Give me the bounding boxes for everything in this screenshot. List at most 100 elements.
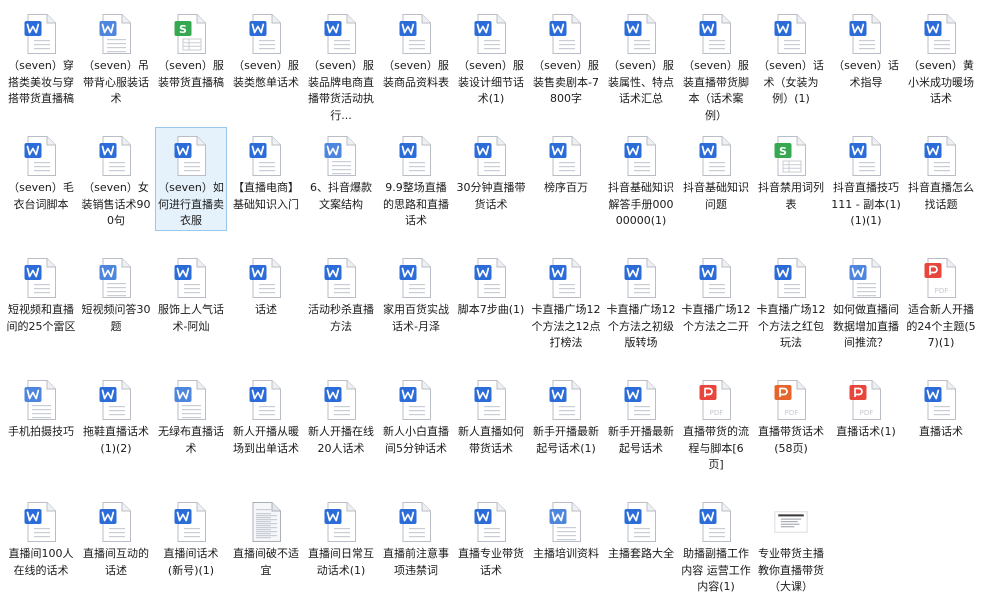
- file-item[interactable]: 主播套路大全: [606, 494, 676, 563]
- file-name: 抖音直播技巧111 - 副本(1)(1)(1): [831, 181, 901, 227]
- file-name: 直播专业带货话术: [458, 547, 524, 577]
- file-name: 新人小白直播间5分钟话术: [383, 425, 449, 455]
- word-doc-icon: [474, 135, 508, 177]
- file-item[interactable]: （seven）女装销售话术900句: [81, 128, 151, 230]
- file-grid: （seven）穿搭类美妆与穿搭带货直播稿 （seven）吊带背心服装话术 S （sev…: [0, 0, 992, 596]
- text-file-icon: [249, 501, 283, 543]
- file-item[interactable]: 直播间破不适宜: [231, 494, 301, 579]
- file-name: 直播间100人在线的话术: [8, 547, 74, 577]
- word-doc-icon: [99, 501, 133, 543]
- file-item[interactable]: 新人开播在线20人话术: [306, 372, 376, 457]
- file-name: 拖鞋直播话术(1)(2): [83, 425, 149, 455]
- file-item[interactable]: 【直播电商】基础知识入门: [231, 128, 301, 213]
- file-item[interactable]: （seven）穿搭类美妆与穿搭带货直播稿: [6, 6, 76, 108]
- file-name: 直播间互动的话述: [83, 547, 149, 577]
- file-item[interactable]: 服饰上人气话术-阿灿: [156, 250, 226, 335]
- file-name: 抖音基础知识解答手册00000000(1): [608, 181, 674, 227]
- file-item[interactable]: 卡直播广场12个方法之12点打榜法: [531, 250, 601, 352]
- file-item[interactable]: 如何做直播间数据增加直播间推流？: [831, 250, 901, 352]
- word-doc-icon: [324, 13, 358, 55]
- file-item[interactable]: 直播专业带货话术: [456, 494, 526, 579]
- file-item[interactable]: （seven）服装售卖剧本-7800字: [531, 6, 601, 108]
- file-item[interactable]: 直播间互动的话述: [81, 494, 151, 579]
- wps-spreadsheet-icon: S: [174, 13, 208, 55]
- file-item[interactable]: 拖鞋直播话术(1)(2): [81, 372, 151, 457]
- file-item[interactable]: 短视频和直播间的25个雷区: [6, 250, 76, 335]
- file-item[interactable]: （seven）服装品牌电商直播带货活动执行...: [306, 6, 376, 124]
- file-item[interactable]: PDF 直播带货的流程与脚本[6页]: [681, 372, 751, 474]
- file-item[interactable]: （seven）服装设计细节话术(1): [456, 6, 526, 108]
- file-name: 短视频问答30题: [81, 303, 151, 333]
- file-item[interactable]: 直播间日常互动话术(1): [306, 494, 376, 579]
- file-item[interactable]: 抖音基础知识解答手册00000000(1): [606, 128, 676, 230]
- word-doc-icon: [474, 379, 508, 421]
- file-name: （seven）服装品牌电商直播带货活动执行...: [308, 59, 374, 122]
- file-item[interactable]: 新人小白直播间5分钟话术: [381, 372, 451, 457]
- file-item[interactable]: 卡直播广场12个方法之二开: [681, 250, 751, 335]
- file-item[interactable]: （seven）服装商品资料表: [381, 6, 451, 91]
- file-name: 无绿布直播话术: [158, 425, 224, 455]
- word-doc-icon: [924, 135, 958, 177]
- file-item[interactable]: （seven）服装类憋单话术: [231, 6, 301, 91]
- doc-page-icon: [849, 257, 883, 299]
- file-item[interactable]: 无绿布直播话术: [156, 372, 226, 457]
- file-item[interactable]: 专业带货主播教你直播带货（大课）: [756, 494, 826, 596]
- doc-page-icon: [174, 379, 208, 421]
- file-name: 直播话术(1): [836, 425, 896, 438]
- file-item[interactable]: 抖音基础知识问题: [681, 128, 751, 213]
- file-item[interactable]: 榜序百万: [531, 128, 601, 197]
- file-item[interactable]: 卡直播广场12个方法之红包玩法: [756, 250, 826, 352]
- file-item[interactable]: （seven）如何进行直播卖衣服: [155, 127, 227, 231]
- file-item[interactable]: 新人直播如何带货话术: [456, 372, 526, 457]
- word-doc-icon: [399, 13, 433, 55]
- file-item[interactable]: 新人开播从暖场到出单话术: [231, 372, 301, 457]
- file-item[interactable]: 新手开播最新起号话术(1): [531, 372, 601, 457]
- file-item[interactable]: 直播前注意事项违禁词: [381, 494, 451, 579]
- file-item[interactable]: 主播培训资料: [531, 494, 601, 563]
- file-item[interactable]: S 抖音禁用词列表: [756, 128, 826, 213]
- file-item[interactable]: S （seven）服装带货直播稿: [156, 6, 226, 91]
- file-item[interactable]: 30分钟直播带货话术: [456, 128, 526, 213]
- word-doc-icon: [624, 135, 658, 177]
- file-item[interactable]: （seven）黄小米成功暖场话术: [906, 6, 976, 108]
- file-item[interactable]: PDF 直播话术(1): [831, 372, 901, 441]
- file-item[interactable]: （seven）毛衣台词脚本: [6, 128, 76, 213]
- file-item[interactable]: 短视频问答30题: [81, 250, 151, 335]
- file-item[interactable]: 助播副播工作内容 运营工作内容(1): [681, 494, 751, 596]
- file-item[interactable]: （seven）话术（女装为例）(1): [756, 6, 826, 108]
- file-item[interactable]: 活动秒杀直播方法: [306, 250, 376, 335]
- file-item[interactable]: 抖音直播技巧111 - 副本(1)(1)(1): [831, 128, 901, 230]
- word-doc-icon: [624, 13, 658, 55]
- ppt-icon: PDF: [774, 379, 808, 421]
- file-name: 直播带货话术(58页): [758, 425, 824, 455]
- file-item[interactable]: （seven）话术指导: [831, 6, 901, 91]
- file-name: 抖音基础知识问题: [683, 181, 749, 211]
- file-item[interactable]: 抖音直播怎么找话题: [906, 128, 976, 213]
- file-item[interactable]: 卡直播广场12个方法之初级版转场: [606, 250, 676, 352]
- svg-text:PDF: PDF: [860, 409, 874, 417]
- file-item[interactable]: 家用百货实战话术-月泽: [381, 250, 451, 335]
- file-item[interactable]: PDF 直播带货话术(58页): [756, 372, 826, 457]
- file-name: （seven）吊带背心服装话术: [83, 59, 149, 105]
- file-item[interactable]: 6、抖音爆款文案结构: [306, 128, 376, 213]
- file-item[interactable]: 话述: [231, 250, 301, 319]
- file-item[interactable]: 直播间话术(新号)(1): [156, 494, 226, 579]
- file-item[interactable]: （seven）服装直播带货脚本（话术案例）: [681, 6, 751, 124]
- word-doc-icon: [24, 13, 58, 55]
- file-item[interactable]: （seven）服装属性、特点话术汇总: [606, 6, 676, 108]
- file-name: 新手开播最新起号话术: [608, 425, 674, 455]
- file-name: 新人开播在线20人话术: [308, 425, 374, 455]
- file-name: 直播带货的流程与脚本[6页]: [683, 425, 749, 471]
- file-item[interactable]: 直播间100人在线的话术: [6, 494, 76, 579]
- file-item[interactable]: 直播话术: [906, 372, 976, 441]
- file-item[interactable]: 脚本7步曲(1): [456, 250, 526, 319]
- file-item[interactable]: PDF 适合新人开播的24个主题(57)(1): [906, 250, 976, 352]
- file-name: 直播间话术(新号)(1): [163, 547, 219, 577]
- file-name: （seven）黄小米成功暖场话术: [908, 59, 974, 105]
- file-item[interactable]: 手机拍摄技巧: [6, 372, 76, 441]
- file-item[interactable]: 新手开播最新起号话术: [606, 372, 676, 457]
- word-doc-icon: [924, 13, 958, 55]
- file-item[interactable]: （seven）吊带背心服装话术: [81, 6, 151, 108]
- file-item[interactable]: 9.9整场直播的思路和直播话术: [381, 128, 451, 230]
- word-doc-icon: [324, 501, 358, 543]
